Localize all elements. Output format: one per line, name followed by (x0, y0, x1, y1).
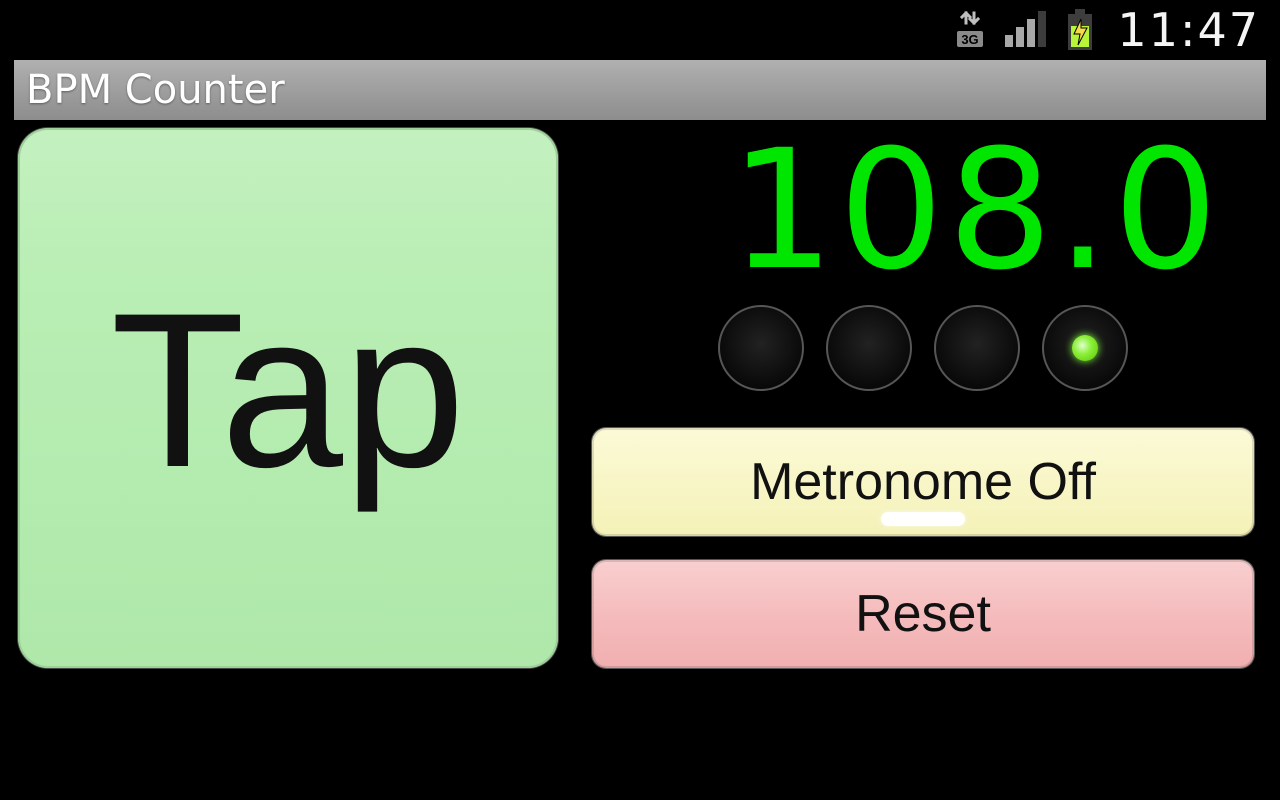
signal-icon (1003, 11, 1049, 49)
left-column: Tap (18, 128, 558, 776)
tap-button[interactable]: Tap (18, 128, 558, 668)
clock: 11:47 (1117, 3, 1260, 57)
beat-dot-2 (826, 305, 912, 391)
tap-button-label: Tap (111, 280, 466, 500)
metronome-indicator-icon (881, 512, 965, 526)
metronome-toggle-label: Metronome Off (750, 452, 1096, 512)
beat-dot-4 (1042, 305, 1128, 391)
beat-indicator-row (592, 298, 1254, 398)
bpm-value: 108.0 (730, 128, 1222, 293)
status-bar: 3G 11:47 (0, 0, 1280, 60)
network-3g-icon: 3G (953, 11, 987, 49)
main-content: Tap 108.0 Metronome Off Reset (18, 128, 1262, 776)
battery-charging-icon (1065, 9, 1095, 51)
bpm-readout: 108.0 (592, 128, 1254, 298)
right-column: 108.0 Metronome Off Reset (558, 128, 1262, 776)
reset-button[interactable]: Reset (592, 560, 1254, 668)
svg-text:3G: 3G (962, 32, 979, 47)
beat-dot-1 (718, 305, 804, 391)
app-title: BPM Counter (26, 67, 285, 113)
beat-dot-3 (934, 305, 1020, 391)
reset-button-label: Reset (855, 584, 991, 644)
metronome-toggle-button[interactable]: Metronome Off (592, 428, 1254, 536)
app-title-bar: BPM Counter (14, 60, 1266, 120)
